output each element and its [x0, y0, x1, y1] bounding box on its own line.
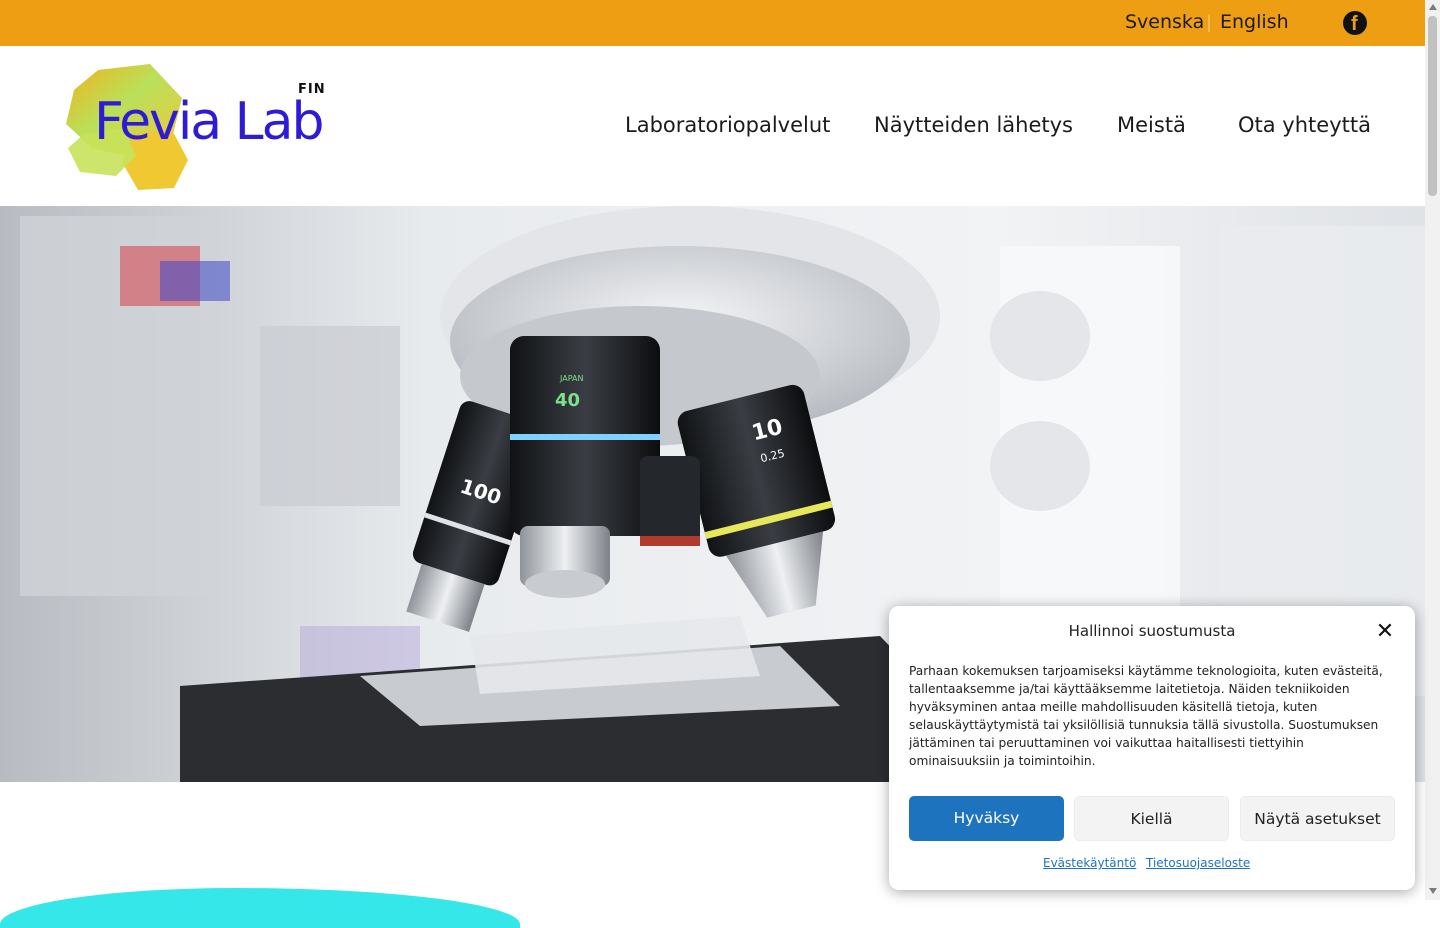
accept-cookies-button[interactable]: Hyväksy — [909, 796, 1064, 841]
nav-laboratoriopalvelut[interactable]: Laboratoriopalvelut — [625, 113, 830, 137]
svg-text:JAPAN: JAPAN — [559, 374, 583, 383]
logo-region-label: FIN — [298, 82, 326, 97]
svg-text:40: 40 — [555, 390, 580, 411]
language-svenska-link[interactable]: Svenska — [1125, 11, 1204, 33]
nav-ota-yhteytta[interactable]: Ota yhteyttä — [1238, 113, 1371, 137]
cookie-policy-link[interactable]: Evästekäytäntö — [1043, 856, 1136, 870]
close-icon[interactable]: ✕ — [1373, 620, 1397, 644]
language-separator: | — [1206, 12, 1213, 33]
page-scrollbar[interactable] — [1425, 0, 1440, 900]
privacy-policy-link[interactable]: Tietosuojaseloste — [1146, 856, 1250, 870]
scroll-down-arrow-icon[interactable] — [1429, 888, 1437, 894]
deny-cookies-button[interactable]: Kiellä — [1074, 796, 1229, 841]
cookie-consent-dialog: Hallinnoi suostumusta ✕ Parhaan kokemuks… — [889, 606, 1415, 890]
cookie-description: Parhaan kokemuksen tarjoamiseksi käytämm… — [909, 664, 1383, 768]
nav-naytteiden-lahetys[interactable]: Näytteiden lähetys — [874, 113, 1073, 137]
cookie-dialog-title: Hallinnoi suostumusta — [1068, 622, 1236, 640]
decorative-wave — [0, 888, 520, 928]
top-bar: Svenska | English f — [0, 0, 1425, 46]
language-english-link[interactable]: English — [1220, 11, 1289, 33]
site-header: Fevia Lab FIN Laboratoriopalvelut Näytte… — [0, 46, 1425, 206]
cookie-settings-button[interactable]: Näytä asetukset — [1240, 796, 1395, 841]
logo-brand-text: Fevia Lab — [94, 92, 325, 152]
scroll-up-arrow-icon[interactable] — [1429, 4, 1437, 10]
facebook-icon[interactable]: f — [1343, 11, 1367, 35]
nav-meista[interactable]: Meistä — [1117, 113, 1186, 137]
site-logo[interactable]: Fevia Lab FIN — [64, 64, 334, 192]
scrollbar-thumb[interactable] — [1428, 16, 1437, 196]
